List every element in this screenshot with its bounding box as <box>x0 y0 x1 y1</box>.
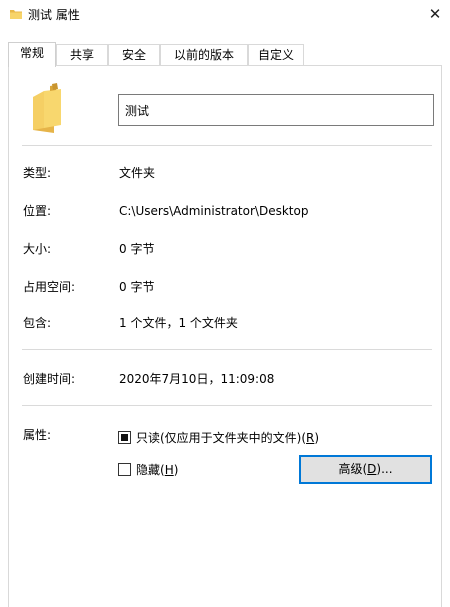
tab-sharing[interactable]: 共享 <box>56 44 108 66</box>
readonly-checkbox[interactable] <box>118 430 131 444</box>
tab-previous-versions[interactable]: 以前的版本 <box>160 44 248 66</box>
disk-size-value: 0 字节 <box>119 280 155 294</box>
advanced-button-label: 高级(D)... <box>338 462 393 476</box>
size-value: 0 字节 <box>119 242 155 256</box>
attributes-label: 属性: <box>23 428 52 442</box>
readonly-checkbox-row[interactable]: 只读(仅应用于文件夹中的文件)(R) <box>118 429 319 445</box>
tab-bar: 常规 共享 安全 以前的版本 自定义 <box>8 42 442 67</box>
size-label: 大小: <box>23 242 52 256</box>
close-icon: ✕ <box>428 5 442 23</box>
folder-icon <box>10 10 22 19</box>
separator <box>22 405 432 406</box>
tab-security[interactable]: 安全 <box>108 44 160 66</box>
type-label: 类型: <box>23 166 52 180</box>
hidden-checkbox-row[interactable]: 隐藏(H) <box>118 461 178 477</box>
location-label: 位置: <box>23 204 52 218</box>
created-value: 2020年7月10日，11:09:08 <box>119 372 275 386</box>
created-label: 创建时间: <box>23 372 76 386</box>
folder-name-input[interactable] <box>118 94 434 126</box>
tab-general[interactable]: 常规 <box>8 42 56 67</box>
type-value: 文件夹 <box>119 166 156 180</box>
disk-size-label: 占用空间: <box>23 280 76 294</box>
tab-customize[interactable]: 自定义 <box>248 44 304 66</box>
advanced-button[interactable]: 高级(D)... <box>299 455 432 484</box>
window-title: 测试 属性 <box>28 8 80 22</box>
separator <box>22 145 432 146</box>
separator <box>22 349 432 350</box>
title-bar: 测试 属性 ✕ <box>0 0 450 30</box>
hidden-label: 隐藏(H) <box>136 462 179 477</box>
contains-label: 包含: <box>23 316 52 330</box>
readonly-label: 只读(仅应用于文件夹中的文件)(R) <box>136 430 320 445</box>
properties-window: 测试 属性 ✕ 常规 共享 安全 以前的版本 自定义 类型: 文件夹 位置: C… <box>0 0 450 607</box>
folder-icon <box>33 83 61 133</box>
general-panel <box>8 65 442 607</box>
location-value: C:\Users\Administrator\Desktop <box>119 204 309 218</box>
close-button[interactable]: ✕ <box>420 0 450 28</box>
hidden-checkbox[interactable] <box>118 462 131 476</box>
contains-value: 1 个文件，1 个文件夹 <box>119 316 238 330</box>
